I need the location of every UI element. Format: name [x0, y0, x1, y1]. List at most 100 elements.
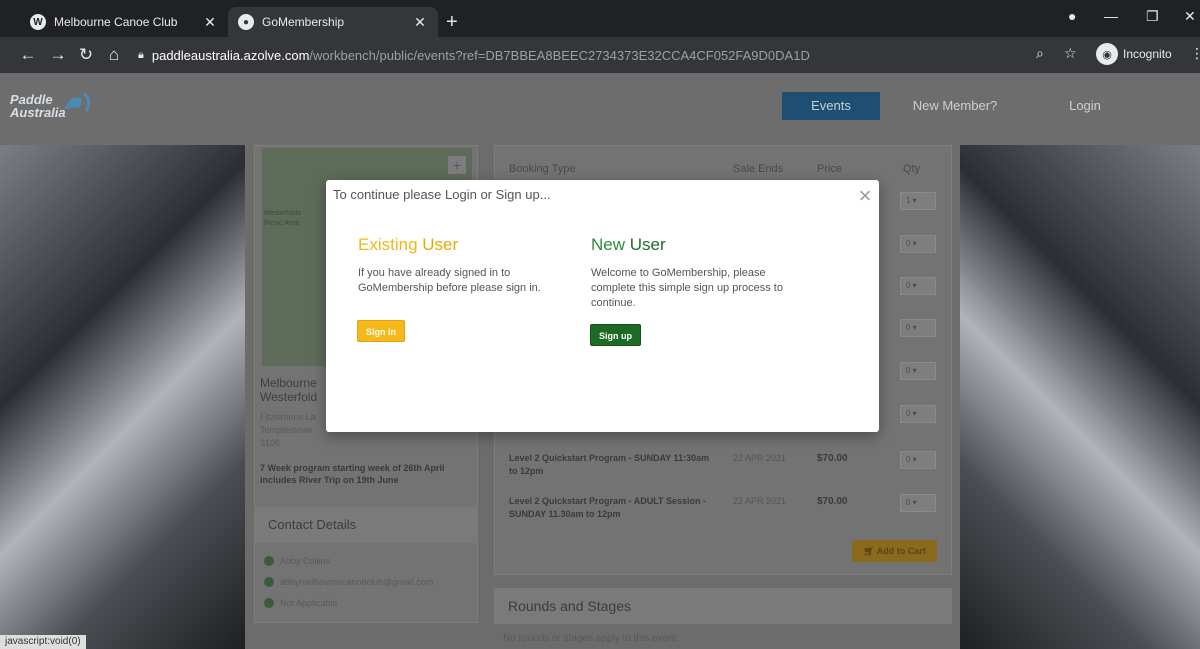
qty-value: 1	[906, 196, 911, 205]
profile-icon[interactable]: ●	[1068, 8, 1076, 24]
qty-value: 0	[906, 323, 911, 332]
hero-image-left	[0, 145, 245, 649]
forward-icon[interactable]: →	[48, 45, 68, 65]
back-icon[interactable]: ←	[18, 45, 38, 65]
url-field[interactable]: 🔒︎ paddleaustralia.azolve.com /workbench…	[138, 43, 1026, 67]
address-line: Fitzsimons La	[260, 412, 316, 422]
email-icon	[264, 577, 274, 587]
url-host: paddleaustralia.azolve.com	[151, 47, 310, 63]
qty-select[interactable]: 0 ▾	[900, 235, 936, 253]
map-label: Westerfolds	[264, 210, 301, 217]
new-tab-icon[interactable]: +	[446, 12, 458, 32]
contact-email[interactable]: abbymelbournecanoeclub@gmail.com	[264, 575, 433, 589]
header-booking-type: Booking Type	[509, 163, 576, 175]
incognito-icon: ◉	[1096, 43, 1118, 65]
minimize-icon[interactable]: —	[1104, 8, 1118, 24]
existing-user-text: If you have already signed in to GoMembe…	[358, 267, 541, 294]
incognito-label: Incognito	[1123, 47, 1172, 61]
home-icon[interactable]: ⌂	[104, 45, 124, 65]
qty-select[interactable]: 1 ▾	[900, 192, 936, 210]
sign-in-button[interactable]: Sign in	[357, 320, 405, 342]
zoom-in-icon[interactable]: +	[448, 156, 466, 174]
tab-title: GoMembership	[262, 15, 345, 29]
heading-word: New	[591, 235, 626, 254]
address-line: Templestowe	[260, 425, 313, 435]
add-to-cart-label: Add to Cart	[876, 546, 926, 556]
close-icon[interactable]: ×	[855, 185, 875, 207]
venue-address: Fitzsimons La Templestowe 3106	[260, 411, 326, 450]
status-bar: javascript:void(0)	[0, 635, 86, 649]
browser-address-bar: ← → ↻ ⌂ 🔒︎ paddleaustralia.azolve.com /w…	[0, 37, 1200, 73]
site-header: Paddle Australia Events New Member? Logi…	[0, 73, 1200, 145]
qty-value: 0	[906, 409, 911, 418]
browser-tab-bar: W Melbourne Canoe Club ✕ ● GoMembership …	[0, 0, 1200, 37]
qty-select[interactable]: 0 ▾	[900, 451, 936, 469]
restore-icon[interactable]: ❐	[1146, 8, 1159, 25]
map-label: Picnic Area	[264, 220, 300, 227]
hero-image-right	[960, 145, 1200, 649]
rounds-text: No rounds or stages apply to this event	[503, 633, 677, 644]
bookmark-star-icon[interactable]: ☆	[1064, 45, 1077, 62]
lock-icon: 🔒︎	[138, 48, 144, 61]
nav-login[interactable]: Login	[1060, 92, 1110, 120]
qty-select[interactable]: 0 ▾	[900, 362, 936, 380]
tab-title: Melbourne Canoe Club	[54, 15, 178, 29]
new-user-heading: New User	[591, 235, 666, 255]
heading-word: Existing	[358, 235, 418, 254]
globe-icon: ●	[238, 14, 254, 30]
venue-title-line: Melbourne	[260, 376, 317, 390]
incognito-badge[interactable]: ◉ Incognito	[1096, 43, 1172, 65]
header-price: Price	[817, 163, 843, 175]
qty-select[interactable]: 0 ▾	[900, 319, 936, 337]
add-to-cart-button[interactable]: 🛒︎ Add to Cart	[852, 540, 937, 562]
close-icon[interactable]: ✕	[202, 14, 218, 31]
modal-title: To continue please Login or Sign up...	[333, 187, 551, 202]
close-icon[interactable]: ✕	[412, 14, 428, 31]
logo-line-2: Australia	[10, 105, 66, 120]
rounds-heading: Rounds and Stages	[494, 588, 952, 624]
venue-title: Melbourne Westerfold	[260, 376, 326, 404]
qty-select[interactable]: 0 ▾	[900, 494, 936, 512]
program-note: 7 Week program starting week of 26th Apr…	[260, 463, 445, 485]
booking-row-date: 22 APR 2021	[733, 496, 787, 506]
paddle-australia-logo[interactable]: Paddle Australia	[10, 91, 91, 120]
venue-title-line: Westerfold	[260, 390, 318, 404]
contact-name-text: Abby Collins	[280, 556, 331, 566]
contact-email-text: abbymelbournecanoeclub@gmail.com	[280, 577, 434, 587]
contact-name: Abby Collins	[264, 554, 330, 568]
heading-word: User	[629, 235, 666, 254]
tab-melbourne-canoe-club[interactable]: W Melbourne Canoe Club ✕	[20, 7, 228, 37]
qty-value: 0	[906, 281, 911, 290]
cart-icon: 🛒︎	[863, 546, 875, 556]
header-sale-ends: Sale Ends	[733, 163, 784, 175]
url-path: /workbench/public/events?ref=DB7BBEA8BEE…	[309, 47, 810, 63]
booking-row-type: Level 2 Quickstart Program - ADULT Sessi…	[509, 496, 707, 519]
contact-phone-text: Not Applicable	[280, 598, 338, 608]
nav-new-member[interactable]: New Member?	[905, 92, 1005, 120]
tab-gomembership[interactable]: ● GoMembership ✕	[228, 7, 438, 37]
nav-events[interactable]: Events	[782, 92, 880, 120]
address-line: 3106	[260, 438, 281, 448]
qty-value: 0	[906, 455, 911, 464]
existing-user-heading: Existing User	[358, 235, 458, 255]
wordpress-icon: W	[30, 14, 46, 30]
reload-icon[interactable]: ↻	[76, 45, 96, 65]
qty-value: 0	[906, 498, 911, 507]
header-qty: Qty	[903, 163, 921, 175]
person-icon	[264, 556, 274, 566]
booking-row-price: $70.00	[817, 496, 848, 507]
heading-word: User	[422, 235, 459, 254]
contact-phone: Not Applicable	[264, 596, 338, 610]
booking-row-price: $70.00	[817, 453, 848, 464]
zoom-icon[interactable]: ⌕	[1036, 45, 1044, 62]
window-close-icon[interactable]: ✕	[1184, 8, 1196, 25]
qty-select[interactable]: 0 ▾	[900, 405, 936, 423]
browser-menu-icon[interactable]: ⋮	[1190, 45, 1200, 62]
phone-icon	[264, 598, 274, 608]
sign-up-button[interactable]: Sign up	[590, 324, 641, 346]
login-signup-modal: To continue please Login or Sign up... ×…	[326, 180, 879, 432]
wave-icon	[64, 91, 91, 112]
qty-value: 0	[906, 239, 911, 248]
booking-row-date: 22 APR 2021	[733, 453, 787, 463]
qty-select[interactable]: 0 ▾	[900, 277, 936, 295]
